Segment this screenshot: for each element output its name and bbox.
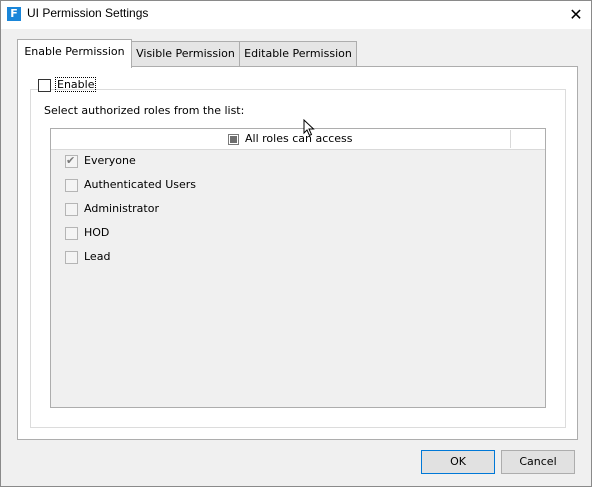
role-label: Lead — [84, 250, 111, 263]
checkmark-icon: ✔ — [66, 154, 76, 167]
role-checkbox[interactable] — [65, 179, 78, 192]
tab-label: Editable Permission — [244, 47, 352, 60]
mouse-cursor-icon — [303, 119, 315, 137]
role-label: Everyone — [84, 154, 136, 167]
window-title: UI Permission Settings — [27, 6, 149, 20]
role-checkbox[interactable] — [65, 203, 78, 216]
roles-listbox[interactable]: All roles can access ✔ Everyone Authenti… — [50, 128, 546, 408]
role-checkbox[interactable] — [65, 251, 78, 264]
all-roles-label: All roles can access — [245, 132, 353, 145]
all-roles-checkbox[interactable] — [228, 134, 239, 145]
tab-label: Visible Permission — [136, 47, 235, 60]
enable-checkbox-row[interactable]: Enable — [38, 77, 97, 92]
cancel-button[interactable]: Cancel — [501, 450, 575, 474]
close-button[interactable]: ✕ — [561, 1, 591, 29]
dialog-window: F UI Permission Settings ✕ Enable Permis… — [0, 0, 592, 487]
role-label: HOD — [84, 226, 110, 239]
tab-panel-enable-permission: Enable Select authorized roles from the … — [17, 66, 578, 440]
close-icon: ✕ — [569, 5, 583, 24]
role-label: Authenticated Users — [84, 178, 197, 191]
title-bar[interactable]: F UI Permission Settings ✕ — [1, 1, 591, 29]
header-divider — [510, 130, 511, 148]
enable-label[interactable]: Enable — [55, 77, 97, 92]
list-header: All roles can access — [51, 129, 545, 150]
ok-button[interactable]: OK — [421, 450, 495, 474]
tab-editable-permission[interactable]: Editable Permission — [239, 41, 357, 67]
enable-checkbox[interactable] — [38, 79, 51, 92]
role-checkbox[interactable]: ✔ — [65, 154, 78, 168]
app-icon: F — [7, 7, 21, 21]
select-roles-label: Select authorized roles from the list: — [44, 104, 245, 117]
role-label: Administrator — [84, 202, 159, 215]
role-checkbox[interactable] — [65, 227, 78, 240]
tab-visible-permission[interactable]: Visible Permission — [131, 41, 240, 67]
tab-enable-permission[interactable]: Enable Permission — [17, 39, 132, 68]
tab-label: Enable Permission — [24, 45, 125, 58]
